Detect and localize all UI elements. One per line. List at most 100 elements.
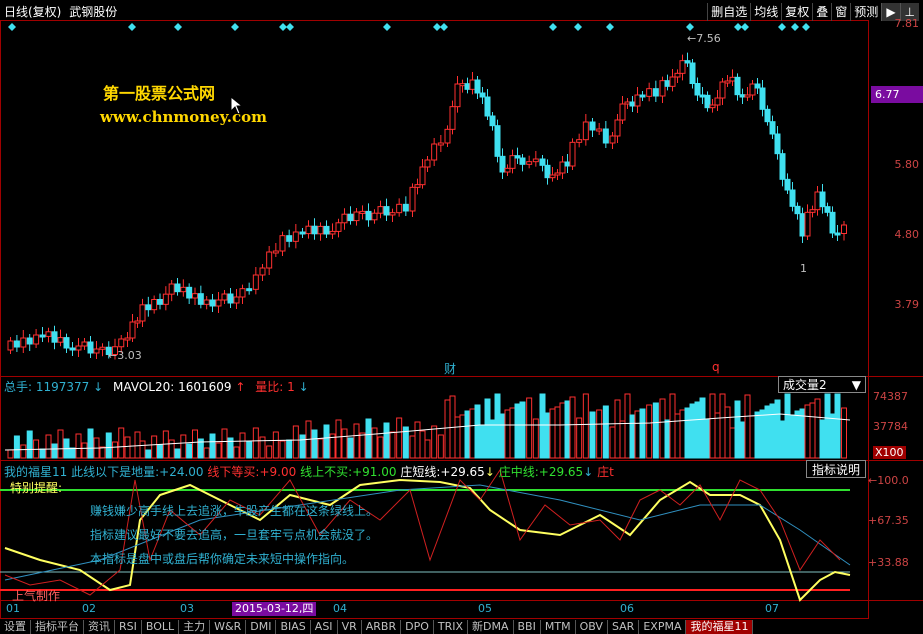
candle-body <box>799 213 806 237</box>
volume-bar <box>646 404 653 459</box>
candle-body <box>474 79 481 94</box>
candle-body <box>341 213 348 224</box>
candle-body <box>192 293 198 299</box>
candle-body <box>414 184 421 188</box>
candle-body <box>151 299 158 311</box>
candle-body <box>539 158 546 166</box>
volume-bar <box>371 427 378 459</box>
candle-body <box>769 121 776 135</box>
month-label: 05 <box>478 602 492 615</box>
indicator-help-button[interactable]: 指标说明 <box>806 460 866 478</box>
candle-body <box>124 337 131 341</box>
volume-bar <box>341 428 348 459</box>
moving-average-button[interactable]: 均线 <box>750 3 781 21</box>
volume-bar <box>409 435 416 459</box>
remove-watchlist-button[interactable]: 删自选 <box>707 3 750 21</box>
volume-bar <box>239 432 246 459</box>
volume-bar <box>180 434 187 459</box>
candle-body <box>424 159 431 168</box>
volume-bar <box>323 424 330 459</box>
tab-dmi[interactable]: DMI <box>246 620 277 634</box>
volume-bar <box>819 419 826 459</box>
tab-新dma[interactable]: 新DMA <box>468 620 514 634</box>
tab-vr[interactable]: VR <box>338 620 362 634</box>
candle-body <box>365 210 372 221</box>
tab-设置[interactable]: 设置 <box>0 620 31 634</box>
candle-body <box>286 235 293 242</box>
tab-w&r[interactable]: W&R <box>210 620 247 634</box>
period-label[interactable]: 日线(复权) <box>4 5 61 19</box>
volume-bar <box>754 411 761 459</box>
tab-rsi[interactable]: RSI <box>115 620 142 634</box>
price-tick: 5.80 <box>894 158 920 171</box>
current-price-marker: 6.77 <box>871 86 923 103</box>
candle-body <box>674 72 681 78</box>
indicator-tabs: 设置 指标平台 资讯 RSI BOLL 主力 W&R DMI BIAS ASI VR ARBR DPO T… <box>0 620 923 634</box>
tab-bias[interactable]: BIAS <box>276 620 311 634</box>
candle-body <box>699 94 706 98</box>
signal-diamond-icon <box>686 23 694 31</box>
candle-body <box>139 304 146 322</box>
tab-expma[interactable]: EXPMA <box>639 620 687 634</box>
volume-bar <box>569 396 576 459</box>
volume-bar <box>157 444 163 459</box>
candle-body <box>664 80 671 87</box>
candle-body <box>754 83 761 89</box>
volume-bar <box>129 445 136 459</box>
candle-body <box>789 189 796 207</box>
tab-主力[interactable]: 主力 <box>179 620 211 634</box>
tab-我的福星11[interactable]: 我的福星11 <box>686 620 754 634</box>
volume-bar <box>724 406 731 459</box>
candle-body <box>305 225 312 235</box>
candle-body <box>554 172 561 176</box>
month-label: 07 <box>765 602 779 615</box>
month-label: 01 <box>6 602 20 615</box>
adjust-price-button[interactable]: 复权 <box>781 3 812 21</box>
tab-trix[interactable]: TRIX <box>434 620 469 634</box>
volume-bar <box>105 432 112 459</box>
overlay-button[interactable]: 叠 <box>812 3 831 21</box>
candle-body <box>841 224 847 234</box>
tab-sar[interactable]: SAR <box>608 620 640 634</box>
volume-bar <box>57 429 64 459</box>
tab-bbi[interactable]: BBI <box>514 620 541 634</box>
forecast-button[interactable]: 预测 <box>850 3 881 21</box>
candle-body <box>335 222 342 232</box>
volume-bar <box>383 422 390 459</box>
volume-bar <box>292 425 299 459</box>
tab-资讯[interactable]: 资讯 <box>84 620 115 634</box>
candle-body <box>479 92 486 98</box>
candle-body <box>779 153 786 180</box>
volume-bar <box>444 399 451 459</box>
volume-bar <box>26 430 33 459</box>
window-button[interactable]: 窗 <box>831 3 850 21</box>
volume-bar <box>829 413 836 459</box>
candle-body <box>377 206 384 214</box>
volume-bar <box>719 393 726 459</box>
volume-bar <box>614 399 621 459</box>
volume-bar <box>841 407 847 459</box>
tab-arbr[interactable]: ARBR <box>362 620 402 634</box>
candle-body <box>809 209 816 213</box>
volume-bar <box>809 402 816 459</box>
volume-bar <box>7 449 14 459</box>
finance-event-marker[interactable]: 财 <box>444 360 456 377</box>
candle-body <box>559 161 566 174</box>
tab-asi[interactable]: ASI <box>311 620 338 634</box>
candle-body <box>266 251 273 269</box>
volume-bar <box>669 393 676 459</box>
volume-unit: X100 <box>873 446 906 459</box>
volume-indicator-select[interactable]: 成交量2 ▼ <box>778 376 866 393</box>
volume-bar <box>75 433 82 459</box>
tab-mtm[interactable]: MTM <box>541 620 576 634</box>
volume-bar <box>13 435 20 459</box>
candle-body <box>824 206 831 213</box>
tab-obv[interactable]: OBV <box>576 620 608 634</box>
volume-bar <box>464 410 471 459</box>
candle-body <box>134 320 141 324</box>
tab-指标平台[interactable]: 指标平台 <box>31 620 84 634</box>
candle-body <box>449 106 456 130</box>
tab-dpo[interactable]: DPO <box>401 620 434 634</box>
event-marker[interactable]: q <box>712 360 720 374</box>
tab-boll[interactable]: BOLL <box>142 620 180 634</box>
